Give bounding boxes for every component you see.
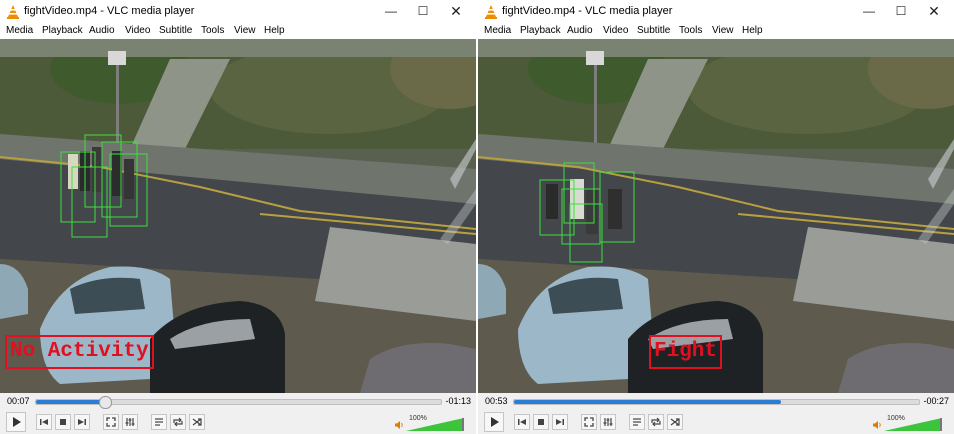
control-bar: 00:07 -01:13 100% (0, 393, 476, 434)
shuffle-button[interactable] (667, 414, 683, 430)
shuffle-icon (192, 418, 202, 426)
speaker-icon[interactable] (394, 420, 404, 430)
vlc-cone-icon (485, 5, 497, 19)
menu-subtitle[interactable]: Subtitle (637, 25, 670, 36)
activity-label: Fight (649, 335, 723, 369)
volume-slider-fill (406, 418, 464, 431)
extended-settings-button[interactable] (600, 414, 616, 430)
playlist-button[interactable] (629, 414, 645, 430)
fullscreen-button[interactable] (581, 414, 597, 430)
loop-icon (651, 417, 661, 427)
activity-label-text: No Activity (10, 340, 149, 363)
title-bar[interactable]: fightVideo.mp4 - VLC media player — ☐ ✕ (478, 0, 954, 23)
menu-playback[interactable]: Playback (520, 25, 561, 36)
seek-handle[interactable] (99, 396, 112, 409)
speaker-icon[interactable] (872, 420, 882, 430)
activity-label-text: Fight (654, 340, 718, 363)
stop-icon (538, 419, 544, 425)
title-bar[interactable]: fightVideo.mp4 - VLC media player — ☐ ✕ (0, 0, 476, 23)
video-frame[interactable]: No Activity (0, 39, 476, 393)
menu-video[interactable]: Video (125, 25, 150, 36)
close-icon[interactable]: ✕ (919, 0, 949, 23)
window-title: fightVideo.mp4 - VLC media player (502, 5, 673, 17)
extended-settings-button[interactable] (122, 414, 138, 430)
next-button[interactable] (552, 414, 568, 430)
activity-label: No Activity (5, 335, 154, 369)
playlist-icon (155, 418, 163, 426)
menu-help[interactable]: Help (742, 25, 763, 36)
menu-audio[interactable]: Audio (567, 25, 593, 36)
loop-button[interactable] (170, 414, 186, 430)
menu-tools[interactable]: Tools (201, 25, 224, 36)
seek-bar[interactable] (35, 396, 442, 409)
seek-bar-fill (514, 400, 781, 404)
previous-button[interactable] (36, 414, 52, 430)
playlist-button[interactable] (151, 414, 167, 430)
time-elapsed: 00:53 (485, 396, 508, 406)
volume-slider[interactable] (406, 418, 466, 431)
video-frame[interactable]: Fight (478, 39, 954, 393)
time-elapsed: 00:07 (7, 396, 30, 406)
volume-slider-fill (884, 418, 942, 431)
fullscreen-button[interactable] (103, 414, 119, 430)
close-icon[interactable]: ✕ (441, 0, 471, 23)
vlc-cone-icon (7, 5, 19, 19)
previous-icon (518, 419, 526, 425)
window-title: fightVideo.mp4 - VLC media player (24, 5, 195, 17)
next-button[interactable] (74, 414, 90, 430)
vlc-window-left: fightVideo.mp4 - VLC media player — ☐ ✕ … (0, 0, 476, 434)
next-icon (556, 419, 564, 425)
shuffle-icon (670, 418, 680, 426)
fullscreen-icon (584, 417, 594, 427)
menu-audio[interactable]: Audio (89, 25, 115, 36)
seek-bar[interactable] (513, 399, 920, 405)
menu-playback[interactable]: Playback (42, 25, 83, 36)
menu-media[interactable]: Media (6, 25, 33, 36)
maximize-icon[interactable]: ☐ (408, 0, 438, 23)
playlist-icon (633, 418, 641, 426)
next-icon (78, 419, 86, 425)
play-icon (491, 417, 499, 427)
menu-subtitle[interactable]: Subtitle (159, 25, 192, 36)
play-icon (13, 417, 21, 427)
loop-icon (173, 417, 183, 427)
menu-bar: Media Playback Audio Video Subtitle Tool… (478, 23, 954, 39)
previous-button[interactable] (514, 414, 530, 430)
play-button[interactable] (484, 412, 504, 432)
volume-slider[interactable] (884, 418, 944, 431)
menu-help[interactable]: Help (264, 25, 285, 36)
play-button[interactable] (6, 412, 26, 432)
vlc-window-right: fightVideo.mp4 - VLC media player — ☐ ✕ … (478, 0, 954, 434)
stop-button[interactable] (55, 414, 71, 430)
shuffle-button[interactable] (189, 414, 205, 430)
stop-button[interactable] (533, 414, 549, 430)
menu-view[interactable]: View (234, 25, 256, 36)
menu-media[interactable]: Media (484, 25, 511, 36)
fullscreen-icon (106, 417, 116, 427)
minimize-icon[interactable]: — (376, 0, 406, 23)
control-bar: 00:53 -00:27 100% (478, 393, 954, 434)
seek-bar-fill (36, 400, 105, 404)
previous-icon (40, 419, 48, 425)
volume-handle[interactable] (462, 418, 464, 431)
time-remaining: -00:27 (923, 396, 949, 406)
volume-handle[interactable] (940, 418, 942, 431)
menu-tools[interactable]: Tools (679, 25, 702, 36)
menu-bar: Media Playback Audio Video Subtitle Tool… (0, 23, 476, 39)
menu-view[interactable]: View (712, 25, 734, 36)
minimize-icon[interactable]: — (854, 0, 884, 23)
menu-video[interactable]: Video (603, 25, 628, 36)
extended-settings-icon (603, 418, 613, 426)
time-remaining: -01:13 (445, 396, 471, 406)
loop-button[interactable] (648, 414, 664, 430)
maximize-icon[interactable]: ☐ (886, 0, 916, 23)
extended-settings-icon (125, 418, 135, 426)
stop-icon (60, 419, 66, 425)
